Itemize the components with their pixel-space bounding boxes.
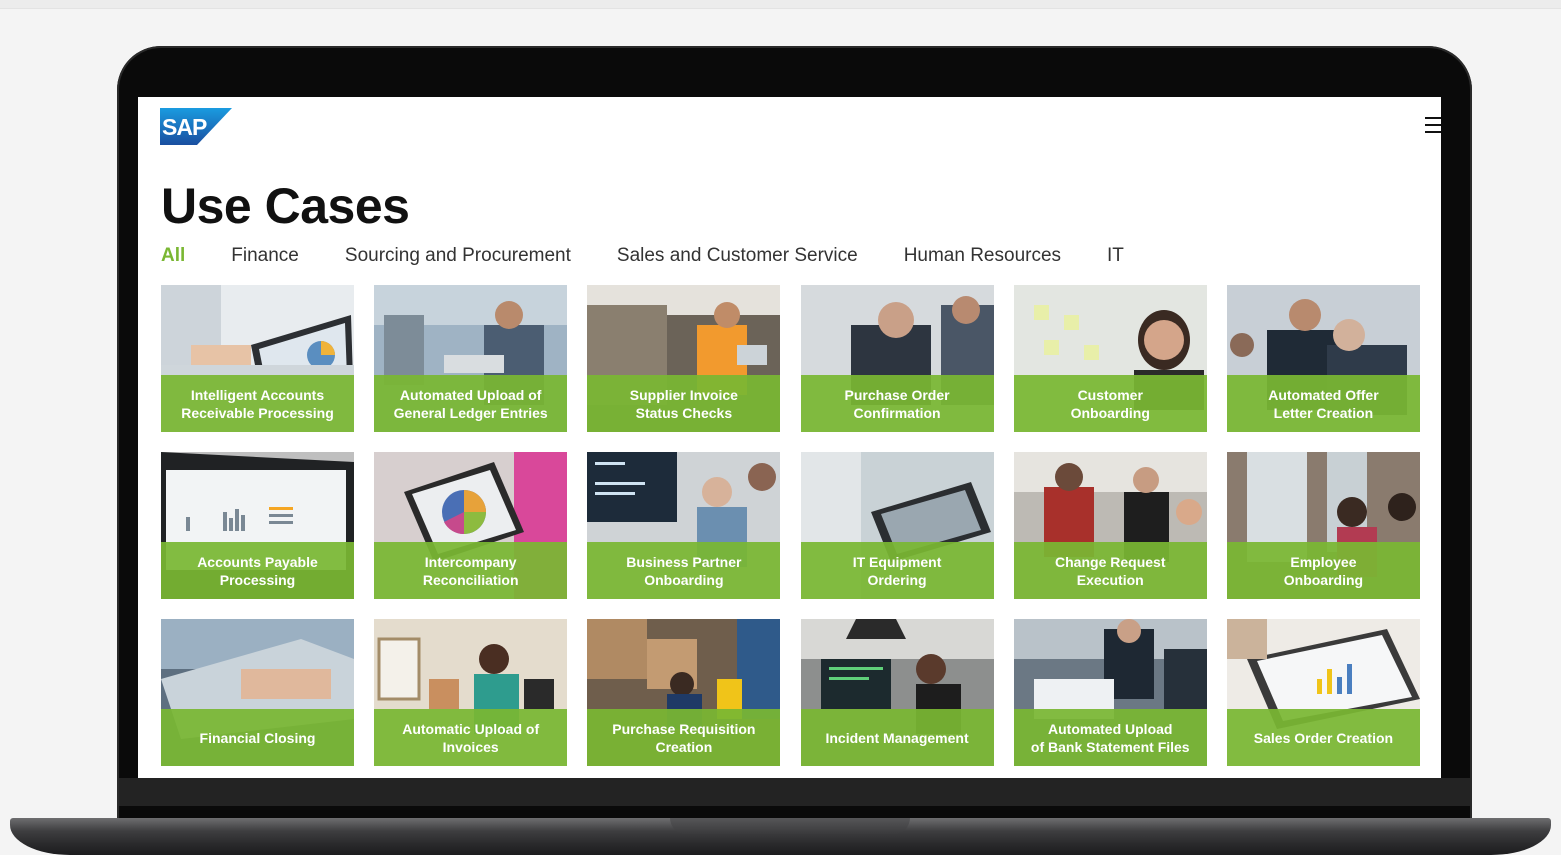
card-label-band: Employee Onboarding	[1226, 542, 1420, 599]
card-label: Sales Order Creation	[1253, 729, 1394, 746]
marketing-stage: SAP Use Cases All Finance Sourcing and P…	[0, 0, 1561, 855]
card-label: Incident Management	[825, 729, 969, 746]
tab-sourcing-procurement[interactable]: Sourcing and Procurement	[345, 245, 571, 267]
card-label-band: Business Partner Onboarding	[587, 542, 781, 599]
laptop-notch	[670, 818, 910, 834]
card-label-band: Sales Order Creation	[1226, 709, 1420, 766]
card-label: Change Request Execution	[1055, 553, 1166, 588]
card-label-band: Change Request Execution	[1013, 542, 1207, 599]
card-label-band: Financial Closing	[161, 709, 354, 766]
card-label-band: Customer Onboarding	[1013, 375, 1207, 432]
card-label-band: Automated Upload of General Ledger Entri…	[374, 375, 568, 432]
sap-logo[interactable]: SAP	[160, 108, 232, 145]
card-label-band: Purchase Requisition Creation	[587, 709, 781, 766]
use-case-card[interactable]: Purchase Order Confirmation	[800, 285, 994, 432]
card-label: Intercompany Reconciliation	[422, 553, 519, 588]
tab-human-resources[interactable]: Human Resources	[904, 245, 1061, 267]
use-case-card[interactable]: Sales Order Creation	[1226, 619, 1420, 766]
use-case-card[interactable]: Purchase Requisition Creation	[587, 619, 781, 766]
card-label-band: Automated Upload of Bank Statement Files	[1013, 709, 1207, 766]
use-case-card[interactable]: IT Equipment Ordering	[800, 452, 994, 599]
use-case-card[interactable]: Intercompany Reconciliation	[374, 452, 568, 599]
tab-sales-customer-service[interactable]: Sales and Customer Service	[617, 245, 858, 267]
use-case-card[interactable]: Accounts Payable Processing	[161, 452, 354, 599]
card-label-band: Accounts Payable Processing	[161, 542, 354, 599]
use-case-card[interactable]: Customer Onboarding	[1013, 285, 1207, 432]
card-label-band: Intelligent Accounts Receivable Processi…	[161, 375, 354, 432]
use-case-card[interactable]: Supplier Invoice Status Checks	[587, 285, 781, 432]
card-label: Automatic Upload of Invoices	[402, 720, 540, 755]
card-label: Accounts Payable Processing	[197, 553, 318, 588]
hamburger-menu-icon[interactable]	[1425, 117, 1441, 133]
tab-all[interactable]: All	[161, 245, 185, 267]
category-tabs: All Finance Sourcing and Procurement Sal…	[161, 245, 1170, 267]
card-label: Automated Upload of Bank Statement Files	[1030, 720, 1190, 755]
tab-it[interactable]: IT	[1107, 245, 1124, 267]
top-border	[0, 0, 1561, 9]
card-label: Automated Upload of General Ledger Entri…	[393, 386, 548, 421]
card-label-band: Incident Management	[800, 709, 994, 766]
use-case-grid: Intelligent Accounts Receivable Processi…	[161, 285, 1420, 766]
use-case-card[interactable]: Business Partner Onboarding	[587, 452, 781, 599]
card-label: Purchase Requisition Creation	[612, 720, 756, 755]
card-label: Purchase Order Confirmation	[844, 386, 950, 421]
page-title: Use Cases	[161, 178, 410, 234]
use-case-card[interactable]: Automated Offer Letter Creation	[1226, 285, 1420, 432]
card-label: Financial Closing	[199, 729, 316, 746]
use-case-card[interactable]: Employee Onboarding	[1226, 452, 1420, 599]
card-label: IT Equipment Ordering	[852, 553, 942, 588]
use-case-card[interactable]: Financial Closing	[161, 619, 354, 766]
svg-text:SAP: SAP	[162, 114, 207, 140]
card-label: Employee Onboarding	[1283, 553, 1364, 588]
card-label-band: IT Equipment Ordering	[800, 542, 994, 599]
laptop-screen: SAP Use Cases All Finance Sourcing and P…	[138, 97, 1441, 778]
use-case-card[interactable]: Intelligent Accounts Receivable Processi…	[161, 285, 354, 432]
use-case-card[interactable]: Change Request Execution	[1013, 452, 1207, 599]
card-label-band: Supplier Invoice Status Checks	[587, 375, 781, 432]
use-case-card[interactable]: Automated Upload of General Ledger Entri…	[374, 285, 568, 432]
card-label-band: Intercompany Reconciliation	[374, 542, 568, 599]
card-label: Intelligent Accounts Receivable Processi…	[181, 386, 334, 421]
card-label: Customer Onboarding	[1070, 386, 1150, 421]
use-case-card[interactable]: Automated Upload of Bank Statement Files	[1013, 619, 1207, 766]
card-label-band: Automated Offer Letter Creation	[1226, 375, 1420, 432]
card-label: Supplier Invoice Status Checks	[629, 386, 738, 421]
laptop-bezel-bottom	[119, 778, 1470, 806]
card-label: Business Partner Onboarding	[626, 553, 742, 588]
use-case-card[interactable]: Incident Management	[800, 619, 994, 766]
card-label-band: Purchase Order Confirmation	[800, 375, 994, 432]
tab-finance[interactable]: Finance	[231, 245, 299, 267]
card-label: Automated Offer Letter Creation	[1268, 386, 1379, 421]
card-label-band: Automatic Upload of Invoices	[374, 709, 568, 766]
use-case-card[interactable]: Automatic Upload of Invoices	[374, 619, 568, 766]
